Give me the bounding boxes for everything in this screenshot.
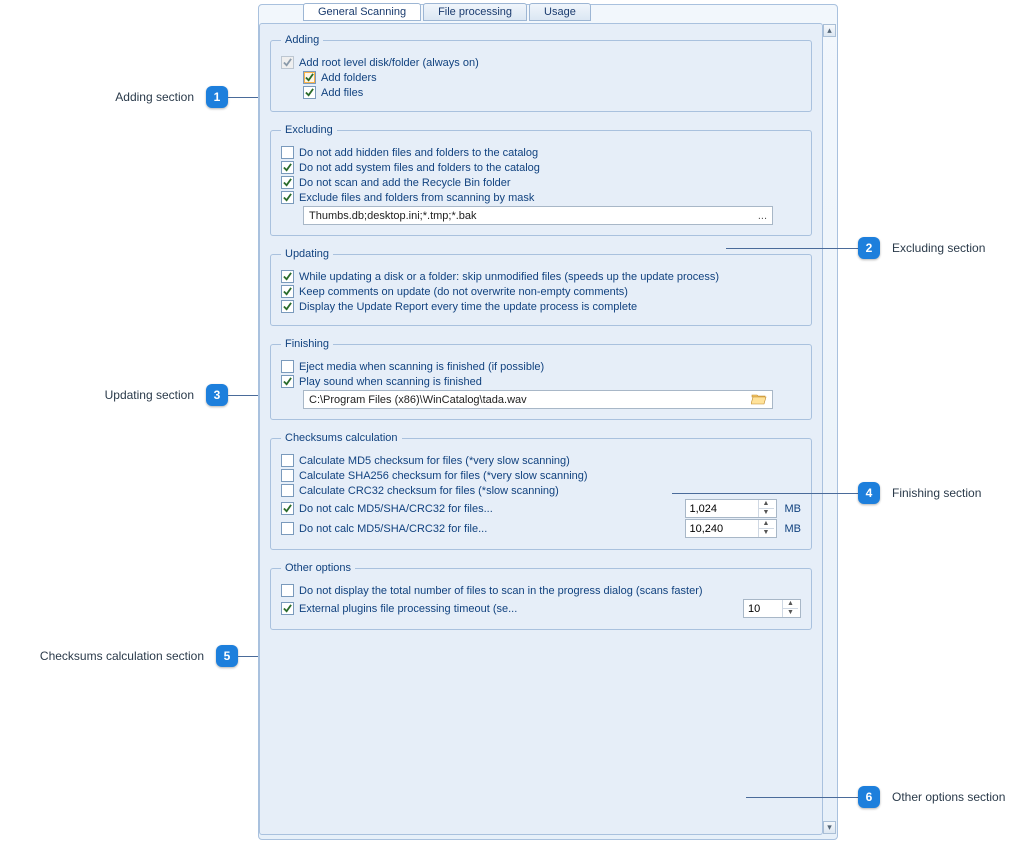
exclude-mask-input[interactable]: Thumbs.db;desktop.ini;*.tmp;*.bak ... <box>303 206 773 225</box>
skip-large2-checkbox[interactable] <box>281 522 294 535</box>
callout-2: 2 Excluding section <box>726 237 1016 259</box>
exclude-mask-browse-button[interactable]: ... <box>758 210 767 222</box>
callout-4-text: Finishing section <box>892 486 981 500</box>
add-root-checkbox <box>281 56 294 69</box>
skip-unmodified-label: While updating a disk or a folder: skip … <box>299 271 801 283</box>
callout-3: Updating section 3 <box>0 384 258 406</box>
no-total-count-checkbox[interactable] <box>281 584 294 597</box>
plugin-timeout-label: External plugins file processing timeout… <box>299 603 739 615</box>
exclude-hidden-label: Do not add hidden files and folders to t… <box>299 147 801 159</box>
add-folders-label: Add folders <box>321 72 801 84</box>
keep-comments-label: Keep comments on update (do not overwrit… <box>299 286 801 298</box>
folder-open-icon[interactable] <box>751 392 767 408</box>
eject-media-checkbox[interactable] <box>281 360 294 373</box>
spin-up-icon[interactable]: ▲ <box>759 520 774 529</box>
callout-badge-3: 3 <box>206 384 228 406</box>
updating-legend: Updating <box>281 248 333 260</box>
other-options-group: Other options Do not display the total n… <box>270 562 812 630</box>
md5-checkbox[interactable] <box>281 454 294 467</box>
plugin-timeout-spinner[interactable]: ▲▼ <box>743 599 801 618</box>
crc32-checkbox[interactable] <box>281 484 294 497</box>
exclude-recycle-checkbox[interactable] <box>281 176 294 189</box>
exclude-mask-checkbox[interactable] <box>281 191 294 204</box>
excluding-legend: Excluding <box>281 124 337 136</box>
plugin-timeout-value[interactable] <box>744 600 782 617</box>
add-files-label: Add files <box>321 87 801 99</box>
spin-down-icon[interactable]: ▼ <box>759 529 774 537</box>
skip-large1-checkbox[interactable] <box>281 502 294 515</box>
callout-badge-4: 4 <box>858 482 880 504</box>
callout-1-text: Adding section <box>115 90 194 104</box>
callout-2-text: Excluding section <box>892 241 985 255</box>
exclude-system-label: Do not add system files and folders to t… <box>299 162 801 174</box>
add-folders-checkbox[interactable] <box>303 71 316 84</box>
skip-large1-label: Do not calc MD5/SHA/CRC32 for files... <box>299 503 681 515</box>
update-report-label: Display the Update Report every time the… <box>299 301 801 313</box>
callout-badge-1: 1 <box>206 86 228 108</box>
unit-mb: MB <box>785 523 802 535</box>
scroll-up-button[interactable]: ▴ <box>823 24 836 37</box>
spin-down-icon[interactable]: ▼ <box>759 509 774 517</box>
checksums-legend: Checksums calculation <box>281 432 402 444</box>
tab-usage[interactable]: Usage <box>529 3 591 21</box>
callout-3-text: Updating section <box>105 388 194 402</box>
skip-large2-value[interactable] <box>686 520 758 537</box>
callout-badge-5: 5 <box>216 645 238 667</box>
exclude-mask-value: Thumbs.db;desktop.ini;*.tmp;*.bak <box>309 210 477 222</box>
sound-path-input[interactable]: C:\Program Files (x86)\WinCatalog\tada.w… <box>303 390 773 409</box>
callout-4: 4 Finishing section <box>672 482 1002 504</box>
sound-path-value: C:\Program Files (x86)\WinCatalog\tada.w… <box>309 394 527 406</box>
md5-label: Calculate MD5 checksum for files (*very … <box>299 455 801 467</box>
eject-media-label: Eject media when scanning is finished (i… <box>299 361 801 373</box>
no-total-count-label: Do not display the total number of files… <box>299 585 801 597</box>
sha256-checkbox[interactable] <box>281 469 294 482</box>
adding-legend: Adding <box>281 34 323 46</box>
skip-large2-spinner[interactable]: ▲▼ <box>685 519 777 538</box>
callout-5-text: Checksums calculation section <box>40 649 204 663</box>
add-files-checkbox[interactable] <box>303 86 316 99</box>
scroll-down-button[interactable]: ▾ <box>823 821 836 834</box>
tab-file-processing[interactable]: File processing <box>423 3 527 21</box>
callout-badge-2: 2 <box>858 237 880 259</box>
skip-unmodified-checkbox[interactable] <box>281 270 294 283</box>
play-sound-checkbox[interactable] <box>281 375 294 388</box>
settings-panel: General Scanning File processing Usage ▴… <box>258 4 838 840</box>
plugin-timeout-checkbox[interactable] <box>281 602 294 615</box>
sha256-label: Calculate SHA256 checksum for files (*ve… <box>299 470 801 482</box>
tab-content: Adding Add root level disk/folder (alway… <box>259 23 823 835</box>
finishing-legend: Finishing <box>281 338 333 350</box>
keep-comments-checkbox[interactable] <box>281 285 294 298</box>
tab-general-scanning[interactable]: General Scanning <box>303 3 421 21</box>
callout-6-text: Other options section <box>892 790 1005 804</box>
callout-5: Checksums calculation section 5 <box>0 645 258 667</box>
finishing-group: Finishing Eject media when scanning is f… <box>270 338 812 420</box>
exclude-hidden-checkbox[interactable] <box>281 146 294 159</box>
adding-group: Adding Add root level disk/folder (alway… <box>270 34 812 112</box>
update-report-checkbox[interactable] <box>281 300 294 313</box>
callout-badge-6: 6 <box>858 786 880 808</box>
excluding-group: Excluding Do not add hidden files and fo… <box>270 124 812 236</box>
exclude-recycle-label: Do not scan and add the Recycle Bin fold… <box>299 177 801 189</box>
unit-mb: MB <box>785 503 802 515</box>
exclude-system-checkbox[interactable] <box>281 161 294 174</box>
other-options-legend: Other options <box>281 562 355 574</box>
play-sound-label: Play sound when scanning is finished <box>299 376 801 388</box>
callout-1: Adding section 1 <box>0 86 258 108</box>
spin-down-icon[interactable]: ▼ <box>783 609 798 617</box>
exclude-mask-label: Exclude files and folders from scanning … <box>299 192 801 204</box>
updating-group: Updating While updating a disk or a fold… <box>270 248 812 326</box>
spin-up-icon[interactable]: ▲ <box>783 600 798 609</box>
tab-bar: General Scanning File processing Usage <box>303 3 593 21</box>
add-root-label: Add root level disk/folder (always on) <box>299 57 801 69</box>
callout-6: 6 Other options section <box>746 786 1016 808</box>
skip-large2-label: Do not calc MD5/SHA/CRC32 for file... <box>299 523 681 535</box>
